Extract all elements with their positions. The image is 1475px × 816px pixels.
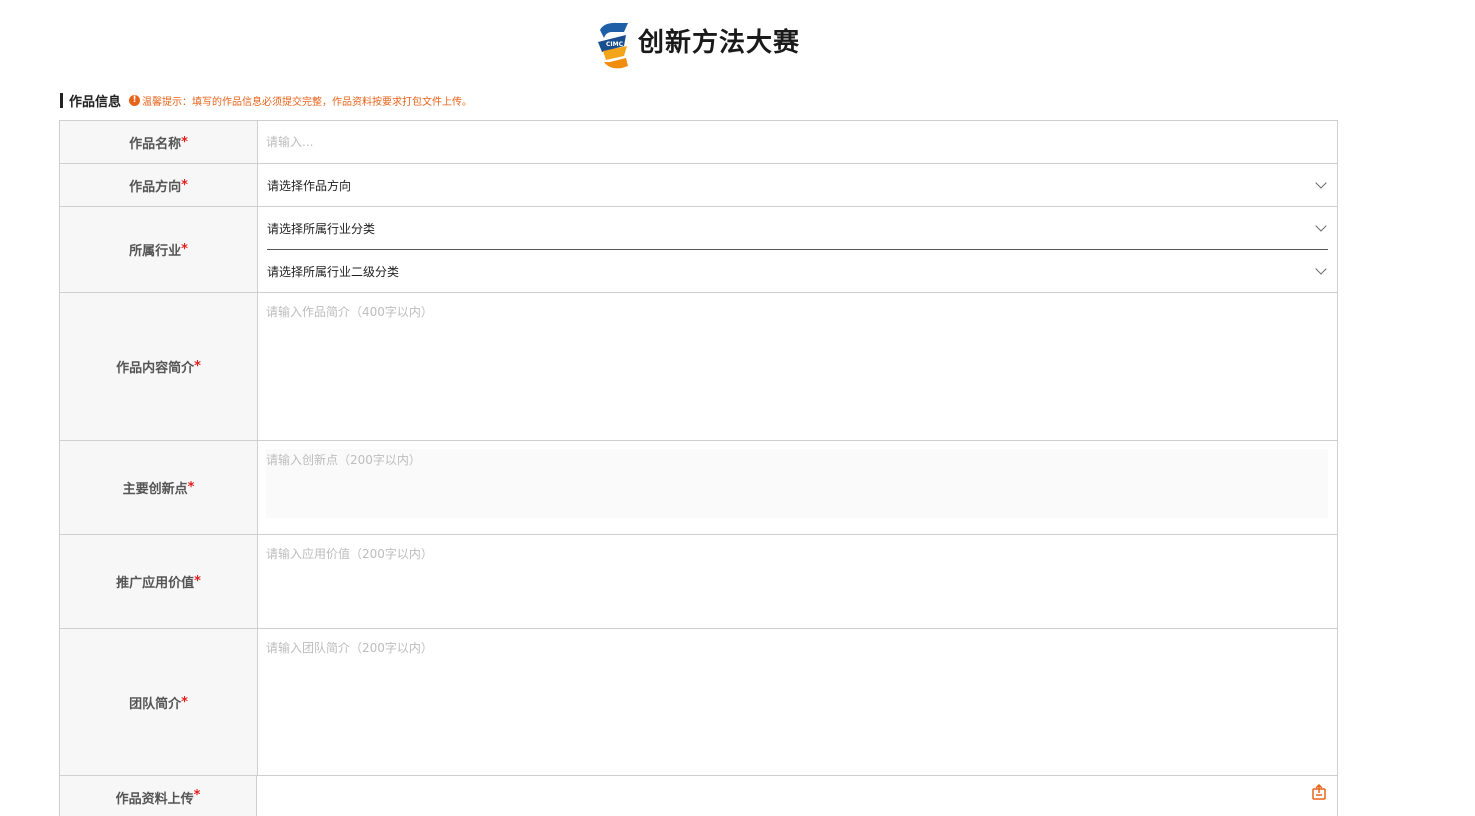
svg-text:CIMC: CIMC (606, 41, 624, 48)
value-innovation (258, 441, 1337, 534)
label-text: 作品资料上传 (115, 792, 194, 807)
select-value: 请选择所属行业二级分类 (267, 264, 400, 279)
required-mark: * (194, 574, 201, 589)
site-title: 创新方法大赛 (638, 28, 801, 58)
label-text: 作品名称 (129, 136, 182, 152)
row-upload: 作品资料上传 * (60, 776, 1337, 816)
chevron-down-icon (1315, 177, 1327, 189)
value-team (258, 629, 1337, 775)
value-direction: 请选择作品方向 (258, 164, 1337, 206)
label-direction: 作品方向 * (60, 164, 258, 206)
label-text: 作品内容简介 (116, 361, 195, 376)
select-value: 请选择所属行业分类 (267, 221, 376, 236)
value-summary (258, 293, 1337, 440)
required-mark: * (181, 177, 188, 193)
required-mark: * (194, 359, 201, 374)
label-text: 所属行业 (129, 244, 182, 259)
chevron-down-icon (1315, 263, 1327, 275)
required-mark: * (181, 242, 188, 257)
industry-primary-select[interactable]: 请选择所属行业分类 (267, 207, 1328, 249)
chevron-down-icon (1315, 220, 1327, 232)
value-industry: 请选择所属行业分类 请选择所属行业二级分类 (258, 207, 1337, 292)
required-mark: * (181, 694, 188, 710)
label-team: 团队简介 * (60, 629, 258, 775)
section-header: 作品信息 ! 温馨提示：填写的作品信息必须提交完整，作品资料按要求打包文件上传。 (60, 92, 473, 110)
page-header: CIMC 创新方法大赛 (0, 0, 1475, 80)
required-mark: * (181, 134, 188, 150)
label-text: 作品方向 (129, 179, 182, 195)
row-team: 团队简介 * (60, 629, 1337, 776)
label-text: 团队简介 (129, 696, 182, 712)
label-upload: 作品资料上传 * (60, 776, 257, 816)
work-summary-textarea[interactable] (266, 301, 1329, 432)
required-mark: * (193, 788, 201, 803)
upload-icon[interactable] (1311, 784, 1327, 800)
label-value: 推广应用价值 * (60, 535, 258, 628)
select-value: 请选择作品方向 (267, 178, 352, 193)
team-intro-textarea[interactable] (266, 637, 1329, 767)
innovation-textarea[interactable] (266, 449, 1328, 518)
value-upload (257, 776, 1337, 816)
row-innovation: 主要创新点 * (60, 441, 1337, 535)
required-mark: * (187, 480, 195, 495)
row-value: 推广应用价值 * (60, 535, 1337, 629)
row-summary: 作品内容简介 * (60, 293, 1337, 441)
label-text: 推广应用价值 (116, 576, 195, 591)
section-tip: 温馨提示：填写的作品信息必须提交完整，作品资料按要求打包文件上传。 (142, 96, 473, 108)
section-title: 作品信息 (69, 94, 122, 110)
work-direction-select[interactable]: 请选择作品方向 (267, 164, 1328, 206)
row-industry: 所属行业 * 请选择所属行业分类 请选择所属行业二级分类 (60, 207, 1337, 293)
work-info-form: 作品名称* 作品方向* 请选择作品方向 所属行业* 请选择所属行业分类 (59, 120, 1338, 816)
application-value-textarea[interactable] (266, 543, 1329, 620)
value-value (258, 535, 1337, 628)
row-direction: 作品方向 * 请选择作品方向 (60, 164, 1337, 207)
row-name: 作品名称 * (60, 121, 1337, 164)
section-bar (60, 92, 63, 108)
label-innovation: 主要创新点 * (60, 441, 258, 534)
work-name-input[interactable] (266, 121, 1329, 163)
info-icon: ! (129, 94, 141, 106)
logo-icon: CIMC (598, 22, 628, 69)
label-summary: 作品内容简介 * (60, 293, 258, 440)
label-text: 主要创新点 (122, 482, 188, 497)
label-name: 作品名称 * (60, 121, 258, 163)
label-industry: 所属行业 * (60, 207, 258, 292)
value-name (258, 121, 1337, 163)
industry-secondary-select[interactable]: 请选择所属行业二级分类 (267, 250, 1328, 292)
